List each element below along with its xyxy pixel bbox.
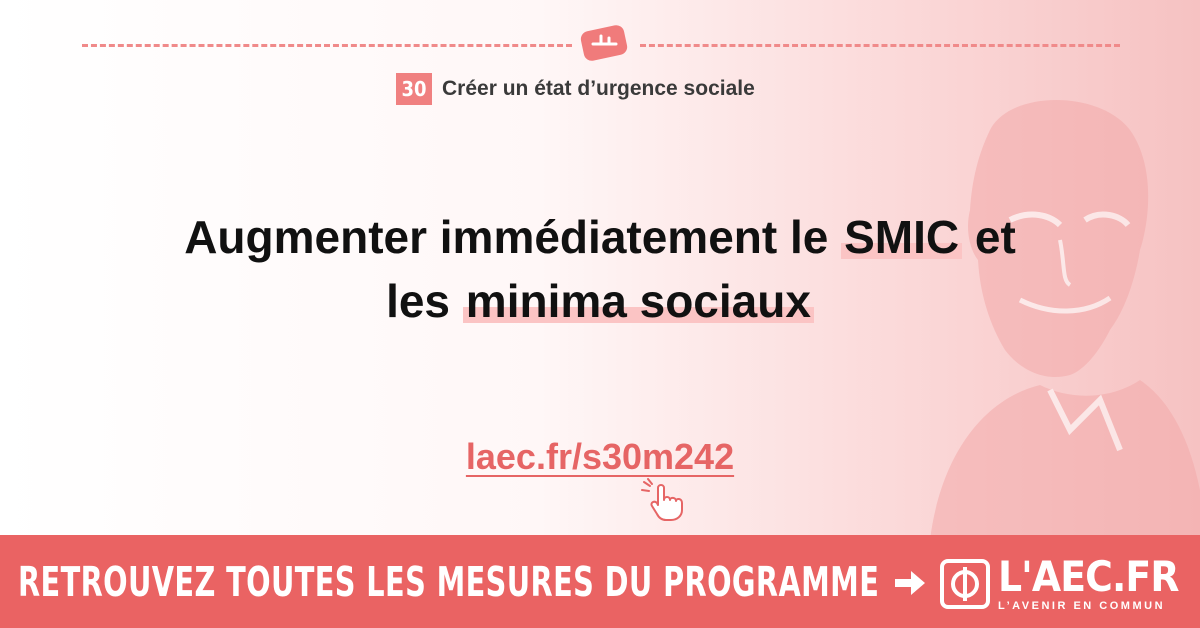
- headline-text: Augmenter immédiatement le: [184, 211, 842, 263]
- dashed-divider-left: [82, 44, 572, 47]
- headline-highlight-smic: SMIC: [841, 211, 963, 263]
- arrow-right-icon: [895, 571, 925, 595]
- handshake-icon: [580, 25, 628, 61]
- brand-tagline: L’AVENIR EN COMMUN: [998, 600, 1166, 612]
- section-number-badge: 30: [396, 73, 432, 105]
- brand-logo-group[interactable]: L'AEC.FR L’AVENIR EN COMMUN: [940, 554, 1199, 614]
- phi-logo-icon: [940, 559, 990, 609]
- measure-link[interactable]: laec.fr/s30m242: [466, 436, 734, 477]
- section-title: Créer un état d’urgence sociale: [442, 77, 755, 100]
- brand-name: L'AEC.FR: [998, 552, 1179, 601]
- headline-text: et: [962, 211, 1016, 263]
- link-container: laec.fr/s30m242: [0, 436, 1200, 478]
- cta-banner-text: RETROUVEZ TOUTES LES MESURES DU PROGRAMM…: [18, 557, 880, 606]
- section-header: 30 Créer un état d’urgence sociale: [396, 72, 755, 106]
- headline-line-1: Augmenter immédiatement le SMIC et: [0, 205, 1200, 269]
- headline: Augmenter immédiatement le SMIC et les m…: [0, 205, 1200, 333]
- dashed-divider-right: [640, 44, 1120, 47]
- headline-text: les: [386, 275, 463, 327]
- headline-line-2: les minima sociaux: [0, 269, 1200, 333]
- headline-highlight-minima: minima sociaux: [462, 275, 814, 327]
- pointer-hand-icon: [641, 478, 683, 521]
- brand-text: L'AEC.FR L’AVENIR EN COMMUN: [998, 552, 1199, 613]
- social-card: 30 Créer un état d’urgence sociale Augme…: [0, 0, 1200, 628]
